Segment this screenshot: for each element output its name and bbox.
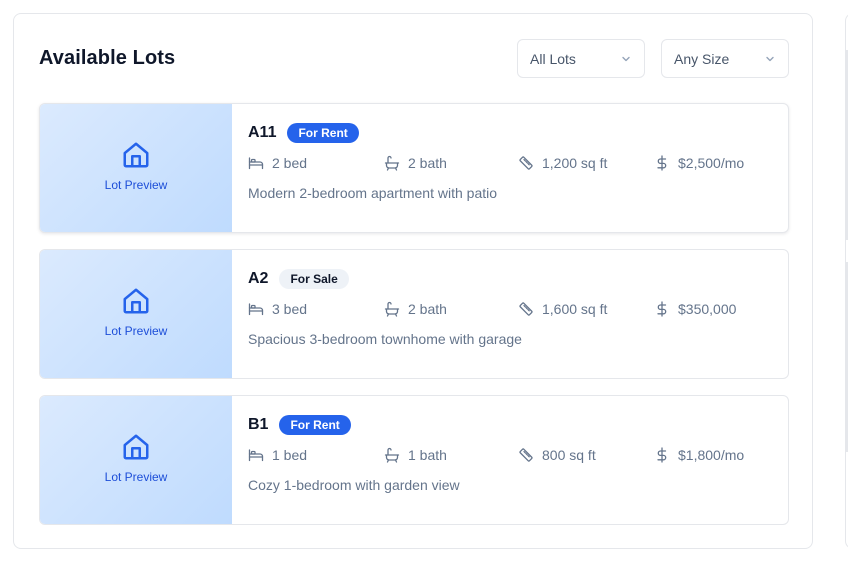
area-value: 800 sq ft: [542, 447, 596, 463]
area-stat: 1,200 sq ft: [518, 153, 607, 173]
bed-icon: [248, 157, 264, 170]
bath-icon: [384, 301, 400, 317]
lot-type-select-value: All Lots: [530, 50, 576, 67]
beds-value: 3 bed: [272, 301, 308, 317]
dollar-icon: [657, 447, 667, 463]
lot-id: A2: [248, 270, 269, 287]
baths-value: 2 bath: [408, 301, 447, 317]
status-badge: For Sale: [279, 269, 349, 289]
lot-description: Cozy 1-bedroom with garden view: [248, 477, 460, 493]
available-lots-panel: Available Lots All Lots Any Size Lot Pre…: [13, 13, 813, 549]
lot-card-a11[interactable]: Lot Preview A11 For Rent 2 bed 2 bath 1,…: [39, 103, 789, 233]
page-title: Available Lots: [39, 47, 176, 69]
bed-icon: [248, 303, 264, 316]
beds-stat: 1 bed: [248, 445, 307, 465]
lot-preview: Lot Preview: [40, 250, 232, 378]
size-select[interactable]: Any Size: [661, 39, 789, 78]
lot-card-a2[interactable]: Lot Preview A2 For Sale 3 bed 2 bath 1,6…: [39, 249, 789, 379]
baths-value: 2 bath: [408, 155, 447, 171]
price-value: $2,500/mo: [678, 155, 745, 171]
price-value: $350,000: [678, 301, 737, 317]
lot-preview-label: Lot Preview: [104, 178, 168, 192]
price-stat: $350,000: [654, 299, 736, 319]
baths-value: 1 bath: [408, 447, 447, 463]
lot-type-select[interactable]: All Lots: [517, 39, 645, 78]
lot-card-b1[interactable]: Lot Preview B1 For Rent 1 bed 1 bath 800…: [39, 395, 789, 525]
lot-id: A11: [248, 124, 277, 141]
chevron-down-icon: [622, 56, 630, 61]
beds-value: 2 bed: [272, 155, 308, 171]
status-badge: For Rent: [287, 123, 359, 143]
baths-stat: 2 bath: [384, 153, 447, 173]
lot-preview-label: Lot Preview: [104, 324, 168, 338]
bath-icon: [384, 155, 400, 171]
beds-value: 1 bed: [272, 447, 308, 463]
dollar-icon: [657, 155, 667, 171]
area-stat: 1,600 sq ft: [518, 299, 607, 319]
bath-icon: [384, 447, 400, 463]
lot-description: Modern 2-bedroom apartment with patio: [248, 185, 498, 201]
ruler-icon: [519, 448, 533, 462]
ruler-icon: [519, 156, 533, 170]
area-value: 1,200 sq ft: [542, 155, 608, 171]
price-stat: $2,500/mo: [654, 153, 744, 173]
lot-id: B1: [248, 416, 269, 433]
area-value: 1,600 sq ft: [542, 301, 608, 317]
house-icon: [123, 434, 149, 460]
price-value: $1,800/mo: [678, 447, 745, 463]
ruler-icon: [519, 302, 533, 316]
lot-preview-label: Lot Preview: [104, 470, 168, 484]
lot-preview: Lot Preview: [40, 104, 232, 232]
lot-description: Spacious 3-bedroom townhome with garage: [248, 331, 522, 347]
beds-stat: 3 bed: [248, 299, 307, 319]
bed-icon: [248, 449, 264, 462]
beds-stat: 2 bed: [248, 153, 307, 173]
house-icon: [123, 288, 149, 314]
price-stat: $1,800/mo: [654, 445, 744, 465]
baths-stat: 2 bath: [384, 299, 447, 319]
chevron-down-icon: [766, 56, 774, 61]
area-stat: 800 sq ft: [518, 445, 596, 465]
size-select-value: Any Size: [674, 50, 730, 67]
dollar-icon: [657, 301, 667, 317]
baths-stat: 1 bath: [384, 445, 447, 465]
lot-preview: Lot Preview: [40, 396, 232, 524]
status-badge: For Rent: [279, 415, 351, 435]
house-icon: [123, 142, 149, 168]
